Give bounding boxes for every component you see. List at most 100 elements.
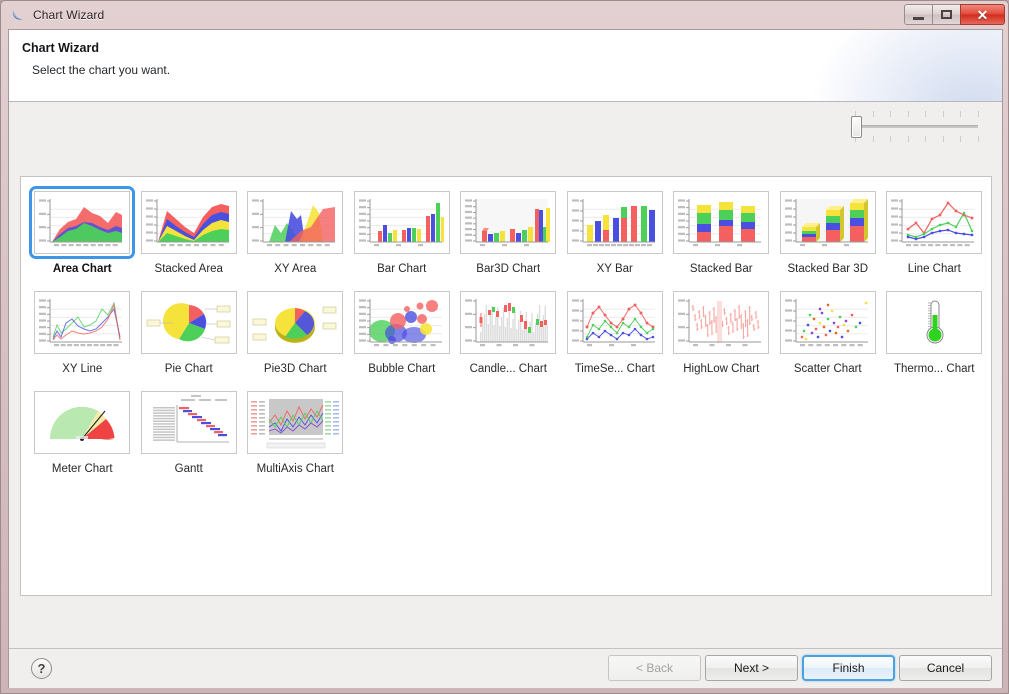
chart-thumbnail-frame bbox=[455, 186, 561, 259]
xy-bar-thumbnail-icon bbox=[566, 191, 663, 254]
wizard-header: Chart Wizard Select the chart you want. bbox=[9, 30, 1002, 102]
chart-type-label: Area Chart bbox=[52, 263, 112, 275]
chart-type-highlow[interactable]: HighLow Chart bbox=[668, 286, 775, 375]
slider-thumb[interactable] bbox=[851, 116, 862, 138]
finish-button[interactable]: Finish bbox=[802, 655, 895, 681]
chart-thumbnail-frame bbox=[136, 286, 242, 359]
chart-type-label: Scatter Chart bbox=[793, 363, 862, 375]
minimize-button[interactable] bbox=[904, 4, 933, 25]
chart-type-label: XY Area bbox=[274, 263, 317, 275]
chart-type-scatter[interactable]: Scatter Chart bbox=[775, 286, 882, 375]
chart-type-label: Stacked Bar bbox=[689, 263, 753, 275]
next-button[interactable]: Next > bbox=[705, 655, 798, 681]
chart-type-candlestick[interactable]: Candle... Chart bbox=[455, 286, 562, 375]
header-decoration bbox=[812, 30, 1002, 101]
chart-thumbnail-frame bbox=[775, 186, 881, 259]
cancel-button[interactable]: Cancel bbox=[899, 655, 992, 681]
chart-gallery-panel[interactable]: Area Chart Stacked Area XY Area Bar Chart Ba… bbox=[20, 176, 992, 596]
minimize-icon bbox=[913, 16, 924, 20]
slider-track[interactable] bbox=[856, 125, 978, 128]
close-icon: ✕ bbox=[976, 6, 989, 23]
chart-type-label: Line Chart bbox=[907, 263, 961, 275]
chart-type-label: HighLow Chart bbox=[683, 363, 760, 375]
chart-type-stacked-bar3d[interactable]: Stacked Bar 3D bbox=[775, 186, 882, 275]
timeseries-thumbnail-icon bbox=[566, 291, 663, 354]
wizard-nav-buttons: < Back Next > Finish Cancel bbox=[604, 655, 992, 681]
chart-thumbnail-frame bbox=[29, 386, 135, 459]
chart-type-timeseries[interactable]: TimeSe... Chart bbox=[562, 286, 669, 375]
back-button[interactable]: < Back bbox=[608, 655, 701, 681]
chart-type-multiaxis[interactable]: MultiAxis Chart bbox=[242, 386, 349, 475]
chart-type-bubble[interactable]: Bubble Chart bbox=[349, 286, 456, 375]
line-thumbnail-icon bbox=[886, 191, 983, 254]
chart-type-pie3d[interactable]: Pie3D Chart bbox=[242, 286, 349, 375]
chart-thumbnail-frame bbox=[29, 286, 135, 359]
chart-thumbnail-frame bbox=[775, 286, 881, 359]
window-controls: ✕ bbox=[904, 4, 1005, 25]
bar3d-thumbnail-icon bbox=[460, 191, 557, 254]
chart-type-label: XY Line bbox=[62, 363, 103, 375]
pie3d-thumbnail-icon bbox=[247, 291, 344, 354]
chart-type-label: Candle... Chart bbox=[469, 363, 547, 375]
chart-type-label: Thermo... Chart bbox=[893, 363, 975, 375]
chart-type-label: Meter Chart bbox=[51, 463, 113, 475]
chart-type-meter[interactable]: Meter Chart bbox=[29, 386, 136, 475]
chart-thumbnail-frame bbox=[242, 386, 348, 459]
chart-type-label: Stacked Area bbox=[154, 263, 223, 275]
footer-button-bar: ? < Back Next > Finish Cancel bbox=[9, 649, 1002, 687]
chart-type-thermometer[interactable]: Thermo... Chart bbox=[881, 286, 988, 375]
chart-thumbnail-frame bbox=[881, 186, 987, 259]
chart-thumbnail-frame bbox=[349, 186, 455, 259]
chart-type-bar[interactable]: Bar Chart bbox=[349, 186, 456, 275]
chart-type-area[interactable]: Area Chart bbox=[29, 186, 136, 275]
chart-type-label: Stacked Bar 3D bbox=[787, 263, 869, 275]
chart-type-pie[interactable]: Pie Chart bbox=[136, 286, 243, 375]
chart-gallery-grid: Area Chart Stacked Area XY Area Bar Chart Ba… bbox=[29, 186, 989, 486]
chart-type-label: Gantt bbox=[174, 463, 203, 475]
maximize-button[interactable] bbox=[932, 4, 961, 25]
chart-type-xy-area[interactable]: XY Area bbox=[242, 186, 349, 275]
chart-type-label: MultiAxis Chart bbox=[256, 463, 334, 475]
chart-thumbnail-frame bbox=[668, 186, 774, 259]
highlow-thumbnail-icon bbox=[673, 291, 770, 354]
meter-thumbnail-icon bbox=[34, 391, 131, 454]
thumbnail-size-slider[interactable] bbox=[847, 111, 979, 143]
chart-thumbnail-frame bbox=[562, 286, 668, 359]
thermometer-thumbnail-icon bbox=[886, 291, 983, 354]
chart-thumbnail-frame bbox=[242, 286, 348, 359]
chart-type-stacked-area[interactable]: Stacked Area bbox=[136, 186, 243, 275]
xy-line-thumbnail-icon bbox=[34, 291, 131, 354]
chart-type-xy-bar[interactable]: XY Bar bbox=[562, 186, 669, 275]
title-bar: Chart Wizard ✕ bbox=[1, 1, 1009, 29]
gantt-thumbnail-icon bbox=[140, 391, 237, 454]
candlestick-thumbnail-icon bbox=[460, 291, 557, 354]
chart-type-label: Bubble Chart bbox=[368, 363, 436, 375]
chart-wizard-icon bbox=[10, 7, 26, 23]
help-button[interactable]: ? bbox=[31, 658, 52, 679]
stacked-bar3d-thumbnail-icon bbox=[779, 191, 876, 254]
chart-type-xy-line[interactable]: XY Line bbox=[29, 286, 136, 375]
chart-type-stacked-bar[interactable]: Stacked Bar bbox=[668, 186, 775, 275]
chart-type-label: Bar Chart bbox=[377, 263, 427, 275]
chart-type-line[interactable]: Line Chart bbox=[881, 186, 988, 275]
chart-thumbnail-frame bbox=[455, 286, 561, 359]
window-title: Chart Wizard bbox=[33, 8, 105, 22]
chart-thumbnail-frame bbox=[29, 186, 136, 259]
slider-ticks-bottom bbox=[855, 136, 979, 142]
stacked-area-thumbnail-icon bbox=[140, 191, 237, 254]
chart-type-label: TimeSe... Chart bbox=[574, 363, 655, 375]
chart-wizard-window: Chart Wizard ✕ Chart Wizard Select the c… bbox=[0, 0, 1009, 694]
chart-type-label: Pie3D Chart bbox=[263, 363, 327, 375]
chart-type-bar3d[interactable]: Bar3D Chart bbox=[455, 186, 562, 275]
maximize-icon bbox=[941, 10, 952, 19]
scatter-thumbnail-icon bbox=[779, 291, 876, 354]
xy-area-thumbnail-icon bbox=[247, 191, 344, 254]
chart-type-label: Bar3D Chart bbox=[476, 263, 541, 275]
close-button[interactable]: ✕ bbox=[960, 4, 1005, 25]
area-thumbnail-icon bbox=[34, 191, 131, 254]
chart-type-gantt[interactable]: Gantt bbox=[136, 386, 243, 475]
bar-thumbnail-icon bbox=[353, 191, 450, 254]
chart-thumbnail-frame bbox=[668, 286, 774, 359]
chart-thumbnail-frame bbox=[349, 286, 455, 359]
multiaxis-thumbnail-icon bbox=[247, 391, 344, 454]
